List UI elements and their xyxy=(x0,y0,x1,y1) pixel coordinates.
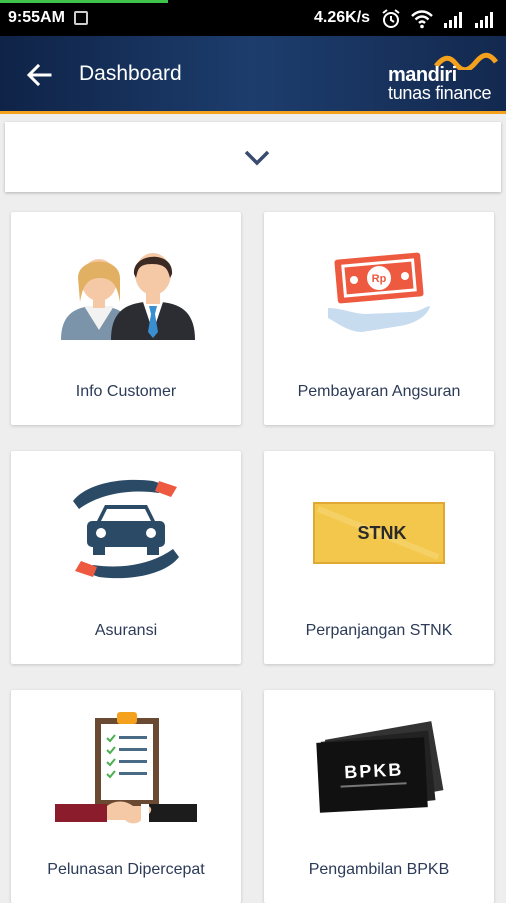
status-bar: 9:55AM 4.26K/s xyxy=(0,0,506,36)
customers-icon xyxy=(61,253,195,340)
menu-label: Asuransi xyxy=(94,622,158,639)
menu-card-pengambilan-bpkb[interactable]: BPKB Pengambilan BPKB xyxy=(264,690,494,903)
back-arrow-icon[interactable] xyxy=(24,60,54,90)
page-title: Dashboard xyxy=(79,62,182,85)
clipboard-handshake-icon xyxy=(55,712,197,824)
stnk-card-icon: STNK xyxy=(313,502,445,564)
chevron-down-icon[interactable] xyxy=(243,149,271,167)
rupiah-symbol: Rp xyxy=(372,273,387,285)
menu-label: Pembayaran Angsuran xyxy=(297,383,461,400)
menu-label: Pelunasan Dipercepat xyxy=(47,861,205,878)
status-time: 9:55AM xyxy=(8,9,65,26)
bpkb-book-icon: BPKB xyxy=(316,721,444,813)
expand-panel[interactable] xyxy=(5,122,501,192)
network-speed: 4.26K/s xyxy=(314,9,371,26)
menu-card-asuransi[interactable]: Asuransi xyxy=(11,451,241,664)
download-progress xyxy=(0,0,168,3)
stnk-icon-text: STNK xyxy=(358,523,407,543)
menu-card-perpanjangan-stnk[interactable]: STNK Perpanjangan STNK xyxy=(264,451,494,664)
signal-icon-2 xyxy=(475,12,493,28)
logo-text-tunas: tunas finance xyxy=(388,83,492,103)
accent-line xyxy=(0,111,506,114)
menu-card-pembayaran-angsuran[interactable]: Rp Pembayaran Angsuran xyxy=(264,212,494,425)
car-insurance-icon xyxy=(73,479,179,579)
bpkb-icon-text: BPKB xyxy=(344,759,404,782)
menu-label: Perpanjangan STNK xyxy=(305,622,453,639)
signal-icon-1 xyxy=(444,12,462,28)
mandiri-tunas-finance-logo: mandiri tunas finance xyxy=(384,50,500,104)
menu-label: Pengambilan BPKB xyxy=(308,861,450,878)
notification-app-icon xyxy=(74,11,88,25)
alarm-icon xyxy=(382,9,400,28)
menu-card-pelunasan-dipercepat[interactable]: Pelunasan Dipercepat xyxy=(11,690,241,903)
app-bar: Dashboard mandiri tunas finance xyxy=(0,36,506,114)
menu-label: Info Customer xyxy=(75,383,177,400)
menu-card-info-customer[interactable]: Info Customer xyxy=(11,212,241,425)
payment-money-icon: Rp xyxy=(328,252,430,332)
wifi-icon xyxy=(411,10,433,29)
